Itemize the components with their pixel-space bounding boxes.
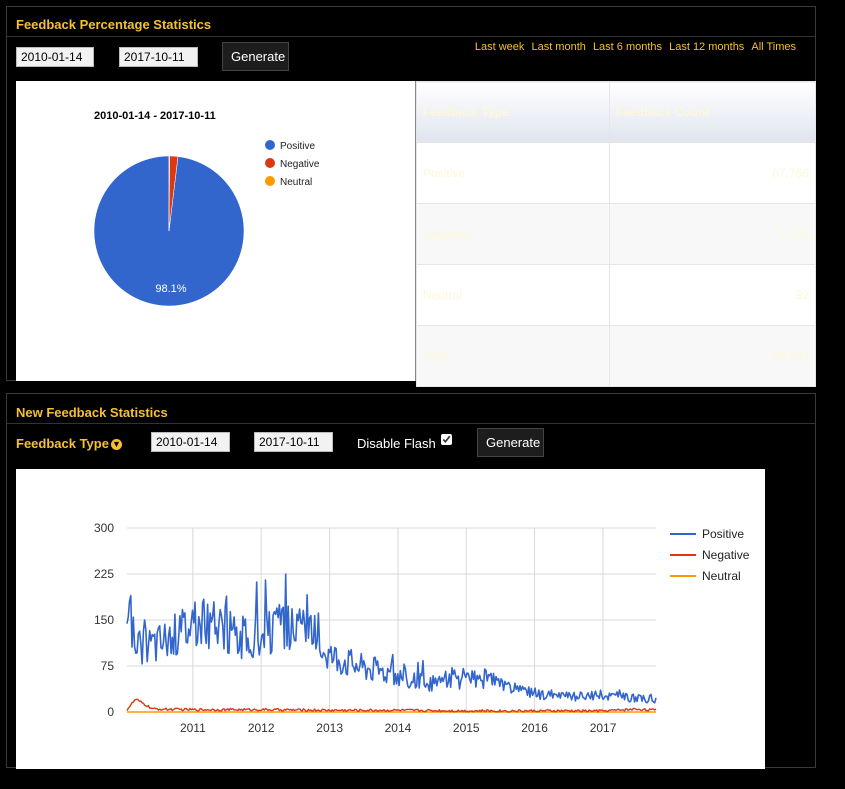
legend-label-negative: Negative xyxy=(702,548,750,562)
percentage-end-date-input[interactable] xyxy=(119,47,198,67)
series-line-negative xyxy=(126,698,657,713)
panel-divider xyxy=(7,423,815,424)
date-range-links: Last week Last month Last 6 months Last … xyxy=(471,41,796,53)
cell-feedback-type: Neutral xyxy=(416,264,610,326)
chevron-down-icon[interactable]: ▼ xyxy=(110,439,122,451)
new-end-date-input[interactable] xyxy=(254,432,333,452)
cell-feedback-type: Total xyxy=(416,325,610,387)
legend-marker-negative xyxy=(265,158,275,168)
y-tick-label: 225 xyxy=(94,567,114,581)
disable-flash-label: Disable Flash xyxy=(357,436,436,451)
percentage-generate-button[interactable]: Generate xyxy=(222,42,289,71)
pie-slice-label: 98.1% xyxy=(155,283,186,295)
y-tick-label: 0 xyxy=(107,705,114,719)
range-link-last-12-months[interactable]: Last 12 months xyxy=(669,41,744,53)
line-chart: 0 75 150 225 300 2011 2012 2013 2014 2015 2016 2017… xyxy=(94,521,750,735)
pie-chart: 2010-01-14 - 2017-10-11 98.1% Positive Ne… xyxy=(93,110,320,307)
x-tick-label: 2017 xyxy=(590,721,617,735)
panel-divider xyxy=(7,36,815,37)
range-link-last-month[interactable]: Last month xyxy=(531,41,585,53)
range-link-all-times[interactable]: All Times xyxy=(751,41,796,53)
cell-feedback-count: 1,226 xyxy=(609,203,816,265)
legend-label-negative: Negative xyxy=(280,159,320,170)
new-feedback-generate-button[interactable]: Generate xyxy=(477,428,544,457)
cell-feedback-type: Positive xyxy=(416,142,610,204)
new-start-date-input[interactable] xyxy=(151,432,230,452)
y-tick-label: 75 xyxy=(101,659,115,673)
legend-label-neutral: Neutral xyxy=(702,569,741,583)
table-row: Positive 67,766 xyxy=(416,142,816,204)
line-chart-container: 0 75 150 225 300 2011 2012 2013 2014 2015 2016 2017… xyxy=(16,469,765,769)
column-header-feedback-count[interactable]: Feedback Count xyxy=(609,81,816,143)
x-tick-label: 2013 xyxy=(316,721,343,735)
legend-label-positive: Positive xyxy=(702,527,744,541)
percentage-panel-title: Feedback Percentage Statistics xyxy=(16,17,212,32)
legend-label-positive: Positive xyxy=(280,141,315,152)
range-link-last-6-months[interactable]: Last 6 months xyxy=(593,41,662,53)
cell-feedback-count: 92 xyxy=(609,264,816,326)
new-feedback-panel-title: New Feedback Statistics xyxy=(16,405,168,420)
feedback-percentage-panel: Feedback Percentage Statistics Generate … xyxy=(6,6,816,387)
table-row: Total 69,084 xyxy=(416,325,816,387)
table-header-row: Feedback Type Feedback Count xyxy=(416,81,816,143)
x-tick-label: 2014 xyxy=(385,721,412,735)
table-row: Neutral 92 xyxy=(416,264,816,326)
x-tick-label: 2016 xyxy=(521,721,548,735)
y-tick-label: 300 xyxy=(94,521,114,535)
percentage-start-date-input[interactable] xyxy=(16,47,94,67)
column-header-feedback-type[interactable]: Feedback Type xyxy=(416,81,610,143)
y-tick-label: 150 xyxy=(94,613,114,627)
table-row: Negative 1,226 xyxy=(416,203,816,265)
cell-feedback-type: Negative xyxy=(416,203,610,265)
x-tick-label: 2012 xyxy=(248,721,275,735)
series-line-positive xyxy=(126,573,657,704)
feedback-type-label: Feedback Type xyxy=(16,436,109,451)
disable-flash-checkbox[interactable] xyxy=(441,434,452,445)
cell-feedback-count: 69,084 xyxy=(609,325,816,387)
legend-marker-neutral xyxy=(265,176,275,186)
legend-marker-positive xyxy=(265,140,275,150)
x-tick-label: 2011 xyxy=(180,721,206,735)
new-feedback-panel: New Feedback Statistics Feedback Type▼ D… xyxy=(6,393,816,769)
pie-chart-title: 2010-01-14 - 2017-10-11 xyxy=(94,110,216,122)
range-link-last-week[interactable]: Last week xyxy=(475,41,525,53)
x-tick-label: 2015 xyxy=(453,721,480,735)
feedback-stats-table: Feedback Type Feedback Count Positive 67… xyxy=(416,81,816,387)
legend-label-neutral: Neutral xyxy=(280,177,312,188)
feedback-type-dropdown[interactable]: Feedback Type ▼ xyxy=(16,436,122,451)
cell-feedback-count: 67,766 xyxy=(609,142,816,204)
pie-chart-container: 2010-01-14 - 2017-10-11 98.1% Positive Ne… xyxy=(16,81,416,381)
